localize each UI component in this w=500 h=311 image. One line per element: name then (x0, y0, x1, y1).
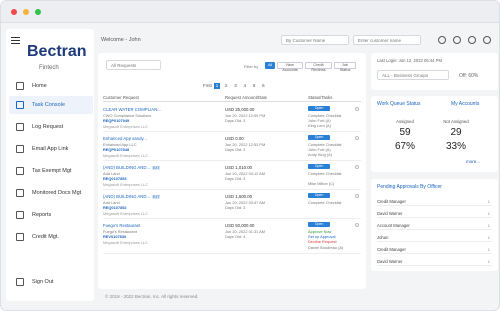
task-console-panel: All Requests Filter by All New Accounts … (98, 53, 366, 289)
pending-approvals-panel: Pending Approvals By Officer Credit Mana… (371, 179, 498, 271)
home-icon (16, 82, 24, 90)
filter-credit-reviews-button[interactable]: Credit Reviews (305, 62, 332, 72)
last-login: Last Login: Jun 12, 2022 05:44 PM (377, 58, 442, 63)
col-customer-request: Customer Request (103, 95, 139, 100)
not-assigned-count: 29 (450, 127, 462, 138)
table-header: Customer Request Request Amount/Date Sta… (103, 93, 361, 102)
brand-sub: Fintech (39, 65, 59, 71)
table-row[interactable]: (AND) BUILDING AND... EXT Add Land REQ010… (103, 162, 361, 190)
table-row[interactable]: (AND) BUILDING AND... EXT Add Land REQ010… (103, 191, 361, 219)
list-item[interactable]: David Warner 1 (377, 257, 492, 266)
table-row[interactable]: Enhanced App sandy... Enhanced App LLC R… (103, 133, 361, 161)
sidebar-item-reports[interactable]: Reports (9, 206, 93, 224)
sign-out-button[interactable]: Sign Out (9, 273, 93, 291)
list-item[interactable]: Credit Manager 1 (377, 245, 492, 254)
page-3[interactable]: 3 (233, 83, 239, 89)
page-1[interactable]: 1 (214, 83, 221, 89)
sidebar: Bectran Fintech Home Task Console Log Re… (6, 29, 94, 301)
status-badge[interactable]: Open (308, 222, 330, 227)
user-icon[interactable] (483, 36, 491, 44)
page-2[interactable]: 2 (223, 83, 229, 89)
docs-icon (16, 189, 24, 197)
title-bar (1, 1, 499, 23)
request-filter-select[interactable]: All Requests (106, 60, 161, 70)
customer-search-input[interactable]: Enter customer name (353, 35, 421, 45)
list-item[interactable]: Account Manager 1 (377, 221, 492, 230)
filter-job-status-button[interactable]: Job Status (334, 62, 356, 72)
flag-icon[interactable] (355, 136, 359, 140)
pagination: First 1 2 3 4 5 6 (203, 83, 266, 89)
filter-new-accounts-button[interactable]: New Accounts (277, 62, 303, 72)
gear-icon[interactable] (453, 36, 461, 44)
sign-out-icon (16, 278, 24, 286)
monitor-icon (16, 101, 24, 109)
off-status: Off: 60% (459, 73, 479, 79)
close-dot[interactable] (11, 9, 17, 15)
col-status-tasks: Status/Tasks (308, 95, 333, 100)
list-item[interactable]: Credit Manager 1 (377, 197, 492, 206)
flag-icon[interactable] (355, 223, 359, 227)
sidebar-item-log-request[interactable]: Log Request (9, 118, 93, 136)
assigned-count: 59 (399, 127, 411, 138)
edit-tag[interactable]: EXT (152, 166, 161, 170)
welcome-text: Welcome - John (101, 37, 141, 43)
app-window: Bectran Fintech Home Task Console Log Re… (0, 0, 500, 311)
flag-icon[interactable] (355, 107, 359, 111)
assigned-percent: 67% (394, 141, 415, 152)
list-item[interactable]: David Warner 1 (377, 209, 492, 218)
customer-type-select[interactable]: By Customer Name (281, 35, 349, 45)
help-icon[interactable] (468, 36, 476, 44)
session-panel: Last Login: Jun 12, 2022 05:44 PM ALL - … (371, 53, 498, 90)
page-5[interactable]: 5 (251, 83, 257, 89)
reports-icon (16, 211, 24, 219)
sidebar-item-monitored-docs[interactable]: Monitored Docs Mgt (9, 184, 93, 202)
business-group-select[interactable]: ALL - Business Groups (377, 70, 449, 80)
status-badge[interactable]: Open (308, 193, 330, 198)
copyright: © 2019 - 2022 Bectran, Inc. All rights r… (105, 294, 199, 299)
minimize-dot[interactable] (23, 9, 29, 15)
my-accounts-link[interactable]: My Accounts (451, 101, 479, 107)
filter-by-label: Filter by (244, 64, 259, 69)
top-bar: Welcome - John By Customer Name Enter cu… (98, 29, 498, 51)
brand-logo: Bectran (27, 43, 87, 60)
pending-approvals-title: Pending Approvals By Officer (377, 184, 442, 190)
more-link[interactable]: more... (466, 159, 480, 164)
edit-tag[interactable]: EXT (152, 195, 161, 199)
filter-all-button[interactable]: All (265, 62, 275, 69)
status-badge[interactable]: Open (308, 135, 330, 140)
sidebar-item-tax-exempt[interactable]: Tax Exempt Mgt (9, 162, 93, 180)
flag-icon[interactable] (355, 165, 359, 169)
page-4[interactable]: 4 (242, 83, 248, 89)
tax-icon (16, 167, 24, 175)
brand: Bectran Fintech (11, 37, 91, 77)
sidebar-item-home[interactable]: Home (9, 77, 93, 95)
log-icon (16, 123, 24, 131)
flag-icon[interactable] (355, 194, 359, 198)
table-row[interactable]: Fuego's Restaurant Fuego's Restaurant RE… (103, 220, 361, 254)
sidebar-item-email-app-link[interactable]: Email App Link (9, 140, 93, 158)
palette-icon[interactable] (438, 36, 446, 44)
email-icon (16, 145, 24, 153)
status-badge[interactable]: Open (308, 106, 330, 111)
col-request-amount: Request Amount/Date (225, 95, 268, 100)
sidebar-item-task-console[interactable]: Task Console (9, 96, 93, 114)
maximize-dot[interactable] (35, 9, 41, 15)
work-queue-title: Work Queue Status (377, 101, 421, 107)
page-6[interactable]: 6 (260, 83, 266, 89)
credit-icon (16, 233, 24, 241)
work-queue-panel: Work Queue Status My Accounts Assigned N… (371, 96, 498, 172)
table-row[interactable]: CLEAR WATER COMPLIAN... CWO Compliance S… (103, 104, 361, 132)
list-item[interactable]: Johan 1 (377, 233, 492, 242)
status-badge[interactable]: Open (308, 164, 330, 169)
sidebar-item-credit-mgt[interactable]: Credit Mgt. (9, 228, 93, 246)
not-assigned-percent: 33% (445, 141, 466, 152)
